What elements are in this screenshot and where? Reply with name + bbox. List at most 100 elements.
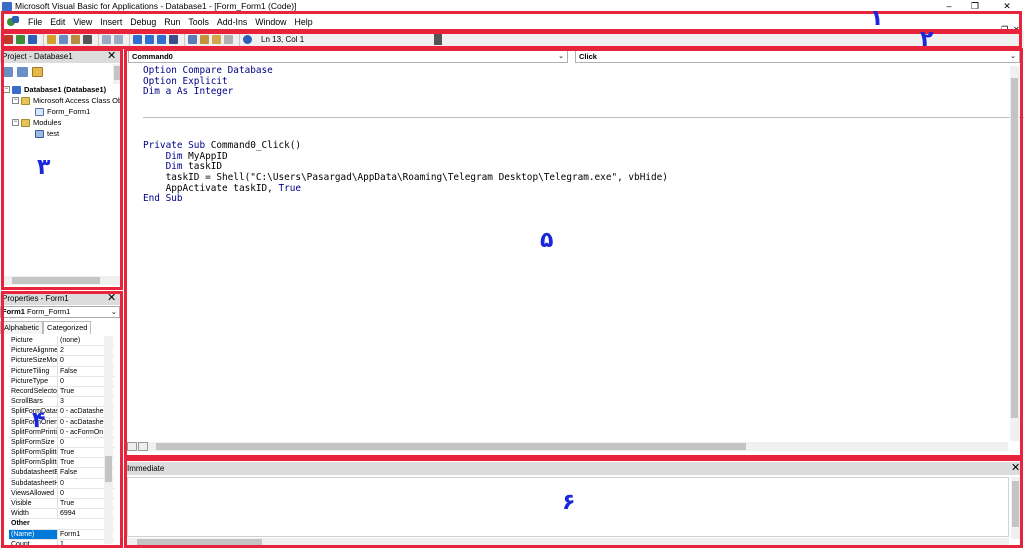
copy-icon[interactable] [59, 35, 68, 44]
tree-label: Modules [33, 118, 62, 127]
property-row[interactable]: SubdatasheetHeight0 [9, 478, 115, 489]
code-text: MyAppID [188, 150, 228, 162]
property-name: SplitFormSplitterBarSave [11, 458, 58, 468]
toolbox-icon[interactable] [224, 35, 233, 44]
collapse-icon[interactable]: − [12, 97, 19, 104]
code-keyword: Option Compare Database [143, 65, 273, 76]
property-row[interactable]: ViewsAllowed 0 [9, 488, 115, 499]
property-row[interactable]: (Name) Form1 [9, 529, 115, 540]
property-row[interactable]: PictureTiling False [9, 366, 115, 377]
property-row[interactable]: RecordSelectors True [9, 386, 115, 398]
object-browser-icon[interactable] [212, 35, 221, 44]
tree-item-class-objects[interactable]: − Microsoft Access Class Ob [3, 95, 122, 106]
tab-alphabetic[interactable]: Alphabetic [0, 321, 44, 334]
property-row[interactable]: Width 6994 [9, 509, 115, 520]
procedure-combo[interactable]: Click ⌄ [575, 50, 1020, 63]
menu-insert[interactable]: Insert [96, 17, 126, 27]
code-keyword: Dim a As Integer [143, 86, 234, 98]
property-section-header[interactable]: Other [9, 519, 115, 530]
reset-icon[interactable] [157, 35, 166, 44]
menu-window[interactable]: Window [251, 17, 290, 27]
menu-add-ins[interactable]: Add-Ins [213, 17, 251, 27]
view-access-icon[interactable] [4, 35, 13, 44]
tree-label: Database1 (Database1) [24, 85, 107, 94]
property-row[interactable]: ScrollBars 3 [9, 397, 115, 408]
design-mode-icon[interactable] [169, 35, 178, 44]
immediate-vscrollbar[interactable] [1011, 477, 1020, 539]
code-line: Dim a As Integer [143, 87, 1013, 98]
property-row[interactable]: Picture (none) [9, 336, 115, 347]
toolbar-options-icon[interactable] [434, 34, 443, 45]
property-row[interactable]: SubdatasheetExpandedFalse [9, 468, 115, 479]
find-icon[interactable] [83, 35, 92, 44]
code-line: AppActivate taskID, True [143, 183, 1013, 195]
project-tree: − Database1 (Database1) − Microsoft Acce… [3, 84, 122, 139]
property-row[interactable]: PictureAlignment2 [9, 346, 115, 357]
declarations-section: Option Compare Database Option Explicit Di… [143, 65, 1013, 98]
tree-item-database1[interactable]: − Database1 (Database1) [3, 84, 122, 95]
property-row[interactable]: Visible True [9, 499, 115, 510]
properties-grid: Picture(none)PictureAlignment2PictureSiz… [9, 336, 115, 549]
collapse-icon[interactable]: − [3, 86, 10, 93]
menu-run[interactable]: Run [160, 17, 184, 27]
close-icon[interactable]: ✕ [994, 0, 1020, 12]
object-combo[interactable]: Command0 ⌄ [128, 50, 568, 63]
menu-file[interactable]: File [24, 17, 46, 27]
project-explorer-icon[interactable] [188, 35, 197, 44]
paste-icon[interactable] [71, 35, 80, 44]
tree-item-modules[interactable]: − Modules [3, 117, 122, 128]
project-close-icon[interactable]: ✕ [107, 51, 116, 62]
property-row[interactable]: Count 1 [9, 539, 115, 549]
property-name: Width [9, 509, 58, 519]
property-row[interactable]: SplitFormSplitterBarSaveTrue [9, 458, 115, 469]
collapse-icon[interactable]: − [12, 119, 19, 126]
code-hscrollbar[interactable] [128, 442, 1008, 451]
cut-icon[interactable] [47, 35, 56, 44]
properties-window-icon[interactable] [200, 35, 209, 44]
code-keyword: Private Sub [143, 139, 211, 151]
insert-module-icon[interactable] [16, 35, 25, 44]
vba-icon[interactable] [6, 15, 20, 28]
properties-close-icon[interactable]: ✕ [107, 293, 116, 304]
full-module-view-icon[interactable] [138, 442, 148, 451]
menu-debug[interactable]: Debug [126, 17, 160, 27]
view-object-icon[interactable] [17, 67, 28, 77]
menu-edit[interactable]: Edit [46, 17, 69, 27]
property-row[interactable]: SplitFormDatasheet0 - acDatasheet [9, 407, 115, 418]
view-code-icon[interactable] [2, 67, 13, 77]
property-row[interactable]: PictureSizeMode0 [9, 356, 115, 367]
property-row[interactable]: SplitFormSize 0 [9, 437, 115, 449]
restore-icon[interactable]: ❐ [962, 0, 988, 12]
project-hscrollbar[interactable] [2, 276, 120, 285]
run-icon[interactable] [133, 35, 142, 44]
toggle-folders-icon[interactable] [32, 67, 43, 77]
code-vscrollbar[interactable] [1010, 66, 1019, 441]
break-icon[interactable] [145, 35, 154, 44]
properties-pane-title: Properties - Form1 [0, 292, 121, 305]
annotation-number-toolbar: ٢ [920, 27, 934, 52]
undo-icon[interactable] [102, 35, 111, 44]
save-icon[interactable] [28, 35, 37, 44]
tree-label: test [47, 129, 60, 138]
code-editor[interactable]: Option Compare Database Option Explicit Di… [143, 65, 1024, 438]
minimize-icon[interactable]: – [936, 0, 962, 12]
property-name: PictureTiling [9, 366, 58, 376]
property-row[interactable]: SplitFormSplitterBarTrue [9, 448, 115, 459]
menu-view[interactable]: View [69, 17, 96, 27]
procedure-view-icon[interactable] [127, 442, 137, 451]
menu-tools[interactable]: Tools [184, 17, 213, 27]
help-icon[interactable] [243, 35, 252, 44]
property-row[interactable]: SplitFormOrientation0 - acDatasheet [9, 417, 115, 428]
tree-item-test[interactable]: test [3, 128, 122, 139]
immediate-close-icon[interactable]: ✕ [1011, 463, 1020, 474]
property-row[interactable]: PictureType 0 [9, 376, 115, 387]
properties-vscrollbar[interactable] [104, 336, 113, 544]
menu-help[interactable]: Help [291, 17, 317, 27]
project-toolbar-scrollbar[interactable] [113, 64, 122, 84]
immediate-hscrollbar[interactable] [127, 538, 1009, 547]
redo-icon[interactable] [114, 35, 123, 44]
tree-item-form-form1[interactable]: Form_Form1 [3, 106, 122, 117]
tab-categorized[interactable]: Categorized [43, 321, 92, 334]
object-selector[interactable]: Form1 Form_Form1 ⌄ [0, 306, 120, 318]
property-row[interactable]: SplitFormPrinting0 - acFormOn [9, 427, 115, 438]
